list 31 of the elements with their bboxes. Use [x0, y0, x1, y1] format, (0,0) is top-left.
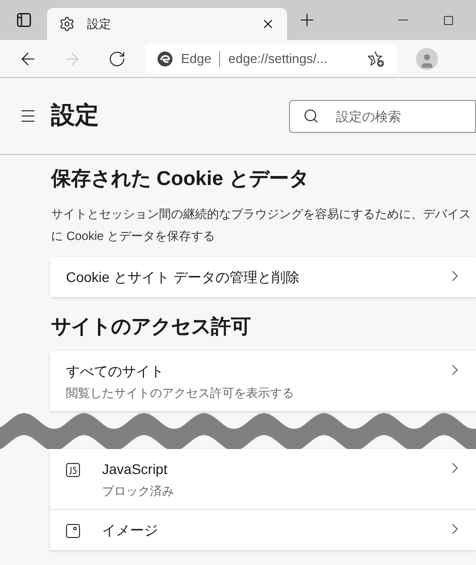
script-file-icon: [66, 463, 80, 477]
url-text: edge://settings/...: [228, 50, 328, 68]
refresh-icon[interactable]: [108, 50, 126, 68]
section-heading: 保存された Cookie とデータ: [51, 167, 310, 192]
tab-actions-icon[interactable]: [16, 13, 30, 27]
tab-title: 設定: [87, 16, 112, 33]
close-icon[interactable]: [261, 17, 275, 31]
page-title: 設定: [51, 101, 99, 131]
row-label: すべてのサイト: [66, 362, 165, 381]
settings-row[interactable]: すべてのサイト 閲覧したサイトのアクセス許可を表示する: [50, 351, 476, 411]
browser-logo-icon: [157, 50, 173, 66]
image-icon: [66, 524, 80, 538]
row-label: JavaScript: [102, 460, 168, 479]
profile-avatar[interactable]: [416, 48, 438, 70]
row-description: ブロック済み: [102, 483, 175, 499]
settings-row[interactable]: Cookie とサイト データの管理と削除: [50, 257, 476, 297]
site-label: Edge: [181, 50, 212, 68]
browser-tab[interactable]: 設定: [47, 8, 287, 40]
section-description: サイトとセッション間の継続的なブラウジングを容易にするために、デバイスに Cookie とデータを保存する: [51, 206, 471, 245]
row-description: 閲覧したサイトのアクセス許可を表示する: [66, 385, 295, 401]
row-label: イメージ: [102, 521, 159, 540]
row-label: Cookie とサイト データの管理と削除: [66, 268, 300, 287]
section-heading: サイトのアクセス許可: [51, 315, 252, 340]
address-bar[interactable]: Edge edge://settings/...: [145, 44, 397, 74]
settings-row[interactable]: JavaScript ブロック済み: [50, 449, 476, 509]
settings-row[interactable]: イメージ: [50, 509, 476, 550]
search-icon: [303, 108, 319, 124]
search-field[interactable]: 設定の検索: [289, 100, 476, 132]
add-favorite-icon[interactable]: [367, 50, 385, 68]
maximize-icon[interactable]: [443, 14, 454, 26]
settings-icon: [59, 16, 75, 32]
